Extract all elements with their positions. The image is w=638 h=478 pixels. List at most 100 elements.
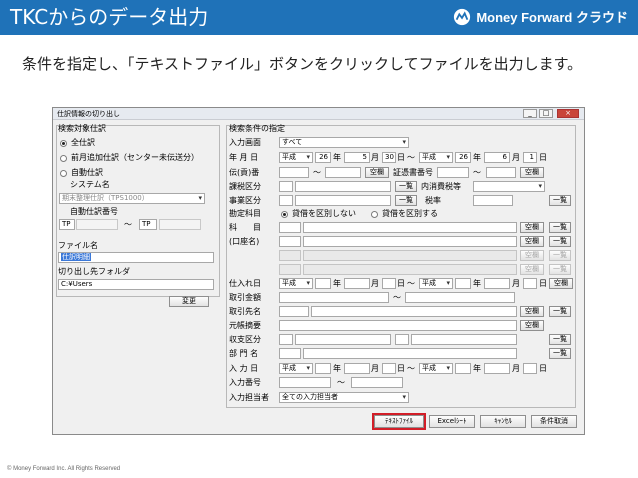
radio-prev-month[interactable]	[60, 155, 67, 162]
subject-blank-button-1[interactable]: 空欄	[520, 222, 544, 233]
radio-no-debit-credit[interactable]	[281, 211, 288, 218]
subject-list-button-1[interactable]: 一覧	[549, 222, 571, 233]
subject-name-2[interactable]	[303, 236, 517, 247]
purchase-month-to[interactable]	[484, 278, 510, 289]
radio-prev-label: 前月追加仕訳（センター未伝送分）	[71, 153, 199, 162]
income-expense-name-2[interactable]	[411, 334, 517, 345]
internal-tax-select[interactable]	[473, 181, 545, 192]
subject-code-1[interactable]	[279, 222, 301, 233]
purchase-month-unit-1: 月	[371, 279, 379, 288]
era-from-select[interactable]: 平成	[279, 152, 313, 163]
slide-title: TKCからのデータ出力	[10, 5, 209, 29]
auto-number-label: 自動仕訳番号	[70, 207, 118, 216]
tax-category-name[interactable]	[295, 181, 391, 192]
minimize-icon[interactable]: _	[523, 109, 537, 118]
tax-category-label: 課税区分	[229, 182, 261, 191]
day-unit-1: 日	[397, 153, 405, 162]
input-month-to[interactable]	[484, 363, 510, 374]
purchase-blank-button[interactable]: 空欄	[549, 278, 573, 289]
customer-blank-button[interactable]: 空欄	[520, 306, 544, 317]
input-year-unit-1: 年	[333, 364, 341, 373]
input-era-to[interactable]: 平成	[419, 363, 453, 374]
purchase-year-to[interactable]	[455, 278, 471, 289]
input-year-from[interactable]	[315, 363, 331, 374]
income-expense-code-1[interactable]	[279, 334, 293, 345]
income-expense-list-button[interactable]: 一覧	[549, 334, 571, 345]
evidence-blank-button[interactable]: 空欄	[520, 167, 544, 178]
business-category-list-button[interactable]: 一覧	[395, 195, 417, 206]
folder-input[interactable]: C:¥Users	[58, 279, 214, 290]
radio-debit-credit[interactable]	[371, 211, 378, 218]
input-day-to[interactable]	[523, 363, 537, 374]
purchase-day-from[interactable]	[382, 278, 396, 289]
excel-sheet-button[interactable]: Excelｼｰﾄ	[429, 415, 475, 428]
voucher-no-to[interactable]	[325, 167, 361, 178]
radio-auto-journal[interactable]	[60, 170, 67, 177]
subject-list-button-2[interactable]: 一覧	[549, 236, 571, 247]
tax-category-list-button[interactable]: 一覧	[395, 181, 417, 192]
day-to-input[interactable]: 1	[523, 152, 537, 163]
tax-category-code[interactable]	[279, 181, 293, 192]
month-from-input[interactable]: 5	[344, 152, 370, 163]
system-name-select[interactable]: 期末整理仕訳（TPS1000）	[59, 193, 205, 204]
day-from-input[interactable]: 30	[382, 152, 396, 163]
input-month-from[interactable]	[344, 363, 370, 374]
purchase-day-to[interactable]	[523, 278, 537, 289]
department-code-input[interactable]	[279, 348, 301, 359]
customer-code-input[interactable]	[279, 306, 309, 317]
ledger-memo-blank-button[interactable]: 空欄	[520, 320, 544, 331]
department-name-input[interactable]	[303, 348, 517, 359]
auto-number-from-input[interactable]	[76, 219, 118, 230]
auto-number-to-input[interactable]	[159, 219, 201, 230]
purchase-era-to[interactable]: 平成	[419, 278, 453, 289]
purchase-year-unit-2: 年	[473, 279, 481, 288]
year-to-input[interactable]: 26	[455, 152, 471, 163]
input-screen-label: 入力画面	[229, 138, 261, 147]
amount-from-input[interactable]	[279, 292, 389, 303]
tax-rate-label: 税率	[425, 196, 441, 205]
ledger-memo-input[interactable]	[279, 320, 517, 331]
auto-number-prefix-to: TP	[139, 219, 157, 230]
tax-rate-input[interactable]	[473, 195, 513, 206]
input-era-from[interactable]: 平成	[279, 363, 313, 374]
subject-blank-button-2[interactable]: 空欄	[520, 236, 544, 247]
month-to-input[interactable]: 6	[484, 152, 510, 163]
subject-code-2[interactable]	[279, 236, 301, 247]
radio-all-journals[interactable]	[60, 140, 67, 147]
maximize-icon[interactable]: □	[539, 109, 553, 118]
input-no-to[interactable]	[351, 377, 403, 388]
business-category-code[interactable]	[279, 195, 293, 206]
input-year-to[interactable]	[455, 363, 471, 374]
tax-rate-list-button[interactable]: 一覧	[549, 195, 571, 206]
purchase-year-from[interactable]	[315, 278, 331, 289]
text-file-button[interactable]: ﾃｷｽﾄﾌｧｲﾙ	[372, 413, 426, 430]
month-unit-2: 月	[512, 153, 520, 162]
radio-all-label: 全仕訳	[71, 138, 95, 147]
operator-select[interactable]: 全ての入力担当者	[279, 392, 409, 403]
subject-name-1[interactable]	[303, 222, 517, 233]
business-category-name[interactable]	[295, 195, 391, 206]
input-no-from[interactable]	[279, 377, 331, 388]
era-to-select[interactable]: 平成	[419, 152, 453, 163]
year-from-input[interactable]: 26	[315, 152, 331, 163]
purchase-month-from[interactable]	[344, 278, 370, 289]
income-expense-name-1[interactable]	[295, 334, 391, 345]
voucher-blank-button[interactable]: 空欄	[365, 167, 389, 178]
customer-list-button[interactable]: 一覧	[549, 306, 571, 317]
file-name-input[interactable]: 仕訳明細	[58, 252, 214, 263]
purchase-era-from[interactable]: 平成	[279, 278, 313, 289]
input-day-from[interactable]	[382, 363, 396, 374]
department-list-button[interactable]: 一覧	[549, 348, 571, 359]
income-expense-code-2[interactable]	[395, 334, 409, 345]
condition-cancel-button[interactable]: 条件取消	[531, 415, 577, 428]
voucher-no-from[interactable]	[279, 167, 309, 178]
subject-name-3	[303, 250, 517, 261]
amount-to-input[interactable]	[405, 292, 515, 303]
cancel-button[interactable]: ｷｬﾝｾﾙ	[480, 415, 526, 428]
evidence-no-from[interactable]	[437, 167, 469, 178]
input-screen-select[interactable]: すべて	[279, 137, 409, 148]
change-folder-button[interactable]: 変更	[169, 296, 209, 307]
customer-name-input[interactable]	[311, 306, 517, 317]
evidence-no-to[interactable]	[486, 167, 516, 178]
close-icon[interactable]: ×	[557, 109, 579, 118]
